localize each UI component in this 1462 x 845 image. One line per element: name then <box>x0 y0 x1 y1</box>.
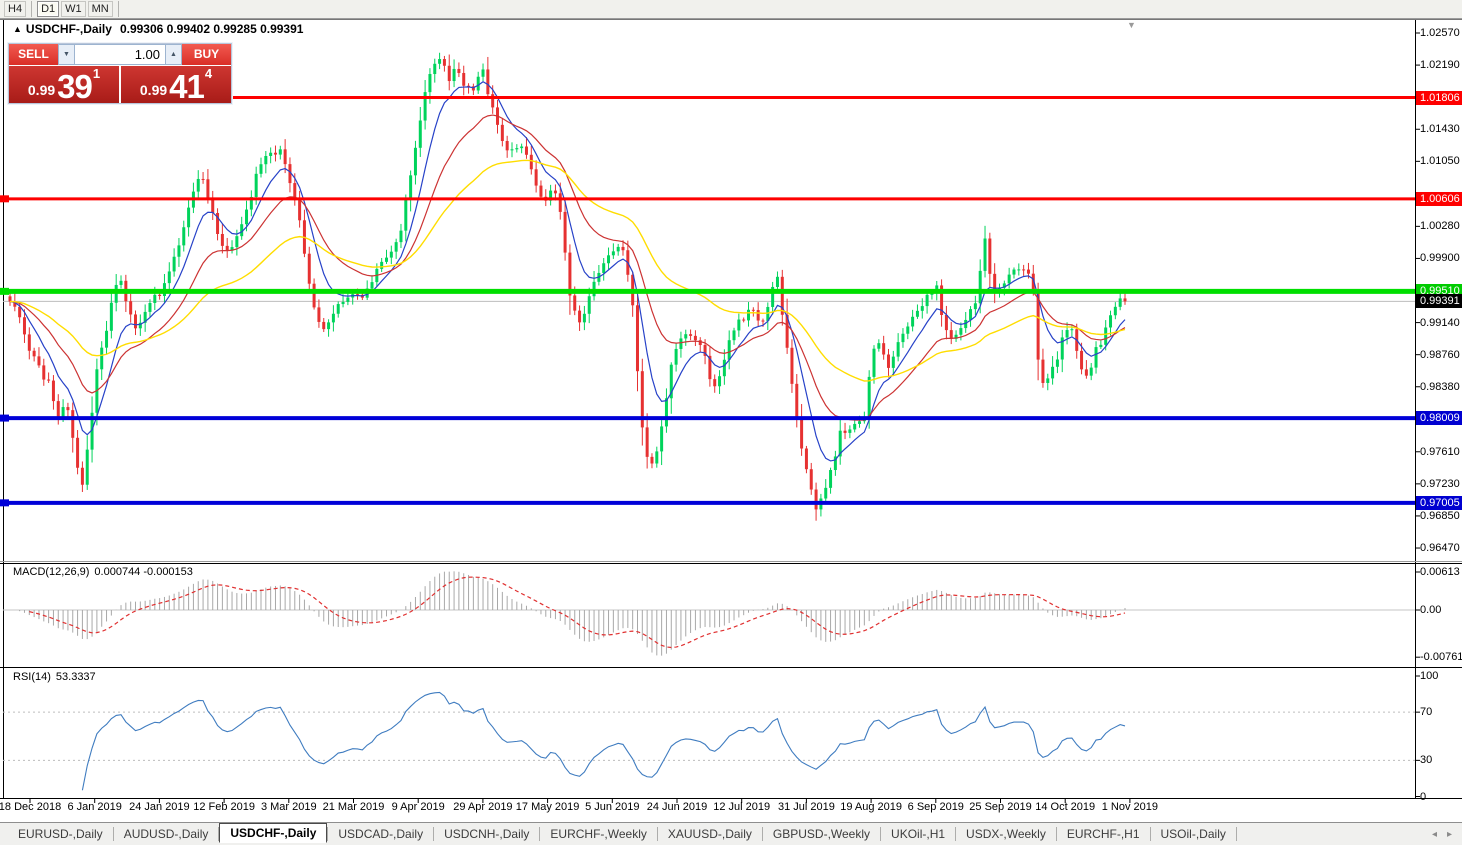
volume-decrease-button[interactable]: ▼ <box>58 44 75 65</box>
rsi-line <box>81 691 1126 791</box>
ma-fast <box>9 81 1126 462</box>
toolbar-separator <box>117 1 119 17</box>
timeframe-button-h4[interactable]: H4 <box>4 1 27 17</box>
sell-price-big: 39 <box>57 68 93 105</box>
timeframe-toolbar: H4 D1 W1 MN <box>0 0 1462 19</box>
tab-eurchf-weekly[interactable]: EURCHF-,Weekly <box>540 824 656 844</box>
sell-price-sup: 1 <box>92 66 101 81</box>
sr-line-handle <box>0 414 9 422</box>
tab-scroll-right-icon[interactable]: ▸ <box>1447 829 1452 840</box>
sell-price-small: 0.99 <box>27 82 56 98</box>
toolbar-separator <box>31 1 33 17</box>
sr-line-handle <box>0 499 9 507</box>
sr-line-handle <box>0 287 9 295</box>
tab-gbpusd-weekly[interactable]: GBPUSD-,Weekly <box>763 824 880 844</box>
one-click-trade-panel: SELL ▼ 1.00 ▲ BUY 0.99 39 1 0.99 41 4 <box>8 43 232 104</box>
sell-button[interactable]: SELL <box>9 44 58 65</box>
tab-usoil-daily[interactable]: USOil-,Daily <box>1151 824 1236 844</box>
buy-price-big: 41 <box>169 68 205 105</box>
tab-ukoil-h1[interactable]: UKOil-,H1 <box>881 824 955 844</box>
sell-price-button[interactable]: 0.99 39 1 <box>9 66 119 103</box>
ma-slow <box>9 159 1126 382</box>
volume-increase-button[interactable]: ▲ <box>165 44 182 65</box>
tab-scroll-left-icon[interactable]: ◂ <box>1432 829 1437 840</box>
timeframe-button-w1[interactable]: W1 <box>61 1 86 17</box>
tab-usdcad-daily[interactable]: USDCAD-,Daily <box>328 824 433 844</box>
candles <box>8 52 1127 521</box>
chart-tab-bar: EURUSD-,Daily AUDUSD-,Daily USDCHF-,Daily U… <box>0 822 1462 845</box>
timeframe-button-d1[interactable]: D1 <box>37 1 60 17</box>
tab-eurchf-h1[interactable]: EURCHF-,H1 <box>1057 824 1150 844</box>
buy-price-button[interactable]: 0.99 41 4 <box>121 66 231 103</box>
tab-usdx-weekly[interactable]: USDX-,Weekly <box>956 824 1056 844</box>
tab-usdcnh-daily[interactable]: USDCNH-,Daily <box>434 824 539 844</box>
tab-usdchf-daily[interactable]: USDCHF-,Daily <box>219 823 328 843</box>
tab-separator <box>1235 827 1237 841</box>
timeframe-button-mn[interactable]: MN <box>87 1 113 17</box>
ma-mid <box>9 114 1126 421</box>
tab-scroll-nav: ◂ ▸ <box>1432 829 1462 840</box>
tab-audusd-daily[interactable]: AUDUSD-,Daily <box>114 824 219 844</box>
tab-xauusd-daily[interactable]: XAUUSD-,Daily <box>658 824 762 844</box>
sr-line-handle <box>0 195 9 203</box>
buy-price-small: 0.99 <box>139 82 168 98</box>
price-chart[interactable] <box>0 0 1462 845</box>
buy-button[interactable]: BUY <box>182 44 231 65</box>
buy-price-sup: 4 <box>204 66 213 81</box>
tab-eurusd-daily[interactable]: EURUSD-,Daily <box>8 824 113 844</box>
volume-input[interactable]: 1.00 <box>75 44 165 65</box>
